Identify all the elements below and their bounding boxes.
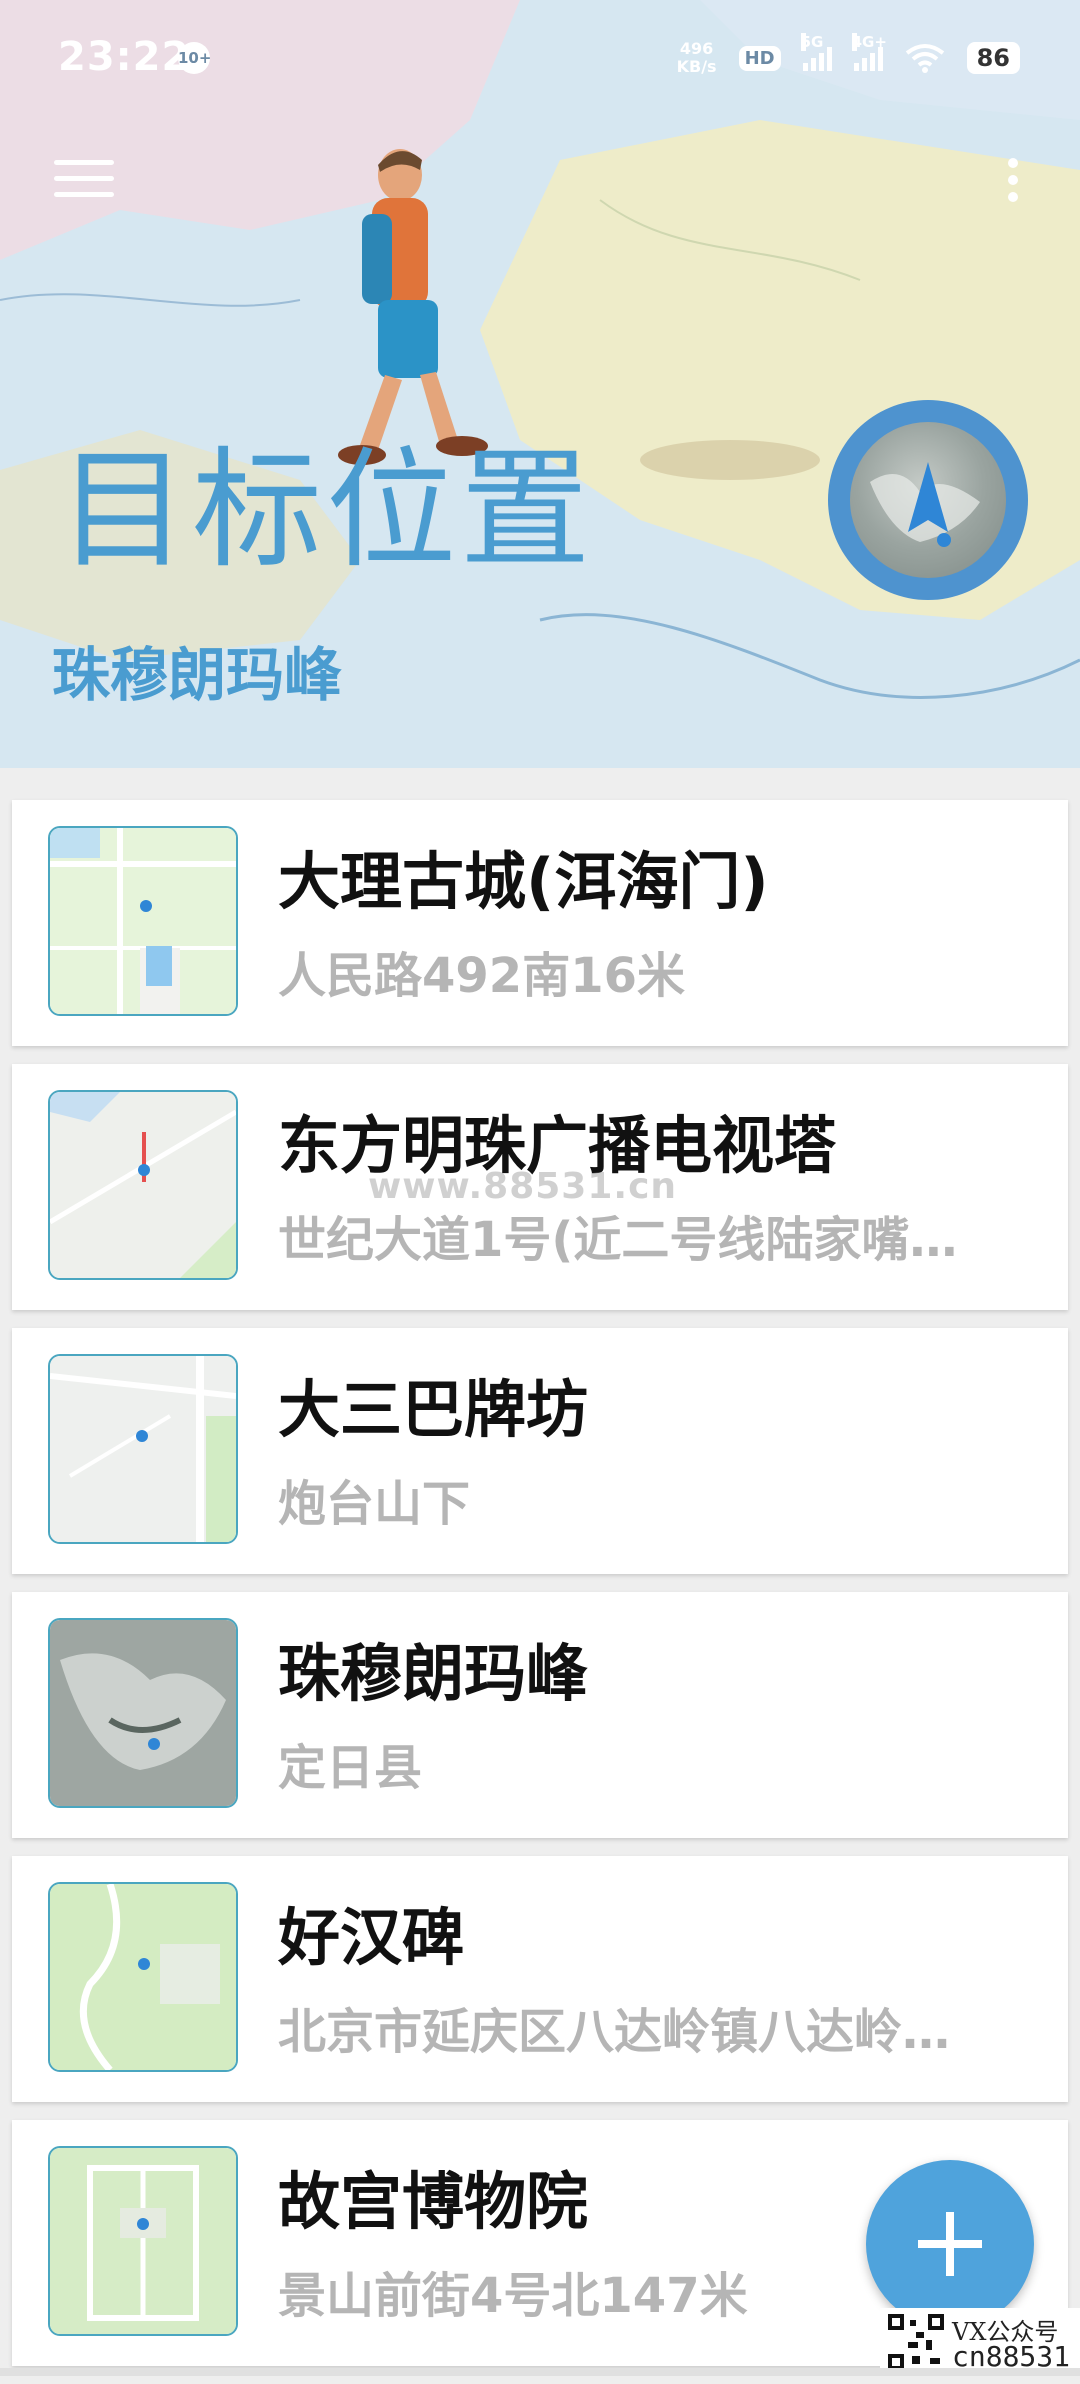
battery-icon: 86 — [966, 42, 1020, 74]
navigation-arrow-icon — [870, 462, 980, 547]
map-thumbnail — [48, 1618, 238, 1808]
location-address: 定日县 — [278, 1740, 423, 1796]
watermark-text: www.88531.cn — [368, 1166, 678, 1207]
location-title: 大理古城(洱海门) — [278, 845, 769, 918]
location-title: 故宫博物院 — [278, 2165, 589, 2238]
more-options-icon[interactable] — [1000, 158, 1026, 208]
list-item[interactable]: 大三巴牌坊 炮台山下 — [12, 1328, 1068, 1574]
map-thumbnail — [48, 2146, 238, 2336]
list-item[interactable]: 珠穆朗玛峰 定日县 — [12, 1592, 1068, 1838]
map-thumbnail — [48, 826, 238, 1016]
notification-badge: 10+ — [178, 42, 211, 74]
hd-icon: HD — [738, 45, 781, 71]
location-address: 世纪大道1号(近二号线陆家嘴… — [278, 1212, 958, 1268]
location-address: 炮台山下 — [278, 1476, 471, 1532]
status-time: 23:22 — [58, 34, 191, 80]
compass-satellite-view — [850, 422, 1006, 578]
list-item[interactable]: 好汉碑 北京市延庆区八达岭镇八达岭… — [12, 1856, 1068, 2102]
location-title: 大三巴牌坊 — [278, 1373, 589, 1446]
map-thumbnail — [48, 1882, 238, 2072]
page-title: 目标位置 — [58, 434, 595, 586]
header-banner: 23:22 10+ 496 KB/s HD 5G 4G+ 86 目标位置 珠穆朗… — [0, 0, 1080, 768]
map-thumbnail — [48, 1354, 238, 1544]
location-title: 珠穆朗玛峰 — [278, 1637, 589, 1710]
location-address: 人民路492南16米 — [278, 948, 685, 1004]
status-indicators: 496 KB/s HD 5G 4G+ 86 — [676, 33, 1020, 78]
qr-promo: VX公众号 cn88531 — [880, 2308, 1080, 2376]
network-speed: 496 KB/s — [676, 39, 717, 76]
list-item[interactable]: 大理古城(洱海门) 人民路492南16米 — [12, 800, 1068, 1046]
signal-4g-icon: 4G+ — [851, 33, 887, 71]
compass-button[interactable] — [828, 400, 1028, 600]
status-bar: 23:22 10+ 496 KB/s HD 5G 4G+ 86 — [0, 0, 1080, 110]
qr-code-icon — [886, 2312, 946, 2372]
location-list: 大理古城(洱海门) 人民路492南16米 东方明珠广播电视塔 世纪大道1号(近二… — [12, 800, 1068, 2384]
wifi-icon — [905, 44, 944, 73]
location-address: 北京市延庆区八达岭镇八达岭… — [278, 2004, 951, 2060]
bottom-divider — [0, 2368, 1080, 2376]
target-location-name: 珠穆朗玛峰 — [52, 641, 343, 709]
add-location-button[interactable] — [866, 2160, 1034, 2328]
signal-5g-icon: 5G — [800, 33, 832, 71]
location-title: 好汉碑 — [278, 1901, 465, 1974]
plus-icon — [918, 2212, 982, 2276]
map-thumbnail — [48, 1090, 238, 1280]
hamburger-menu-icon[interactable] — [54, 160, 114, 204]
